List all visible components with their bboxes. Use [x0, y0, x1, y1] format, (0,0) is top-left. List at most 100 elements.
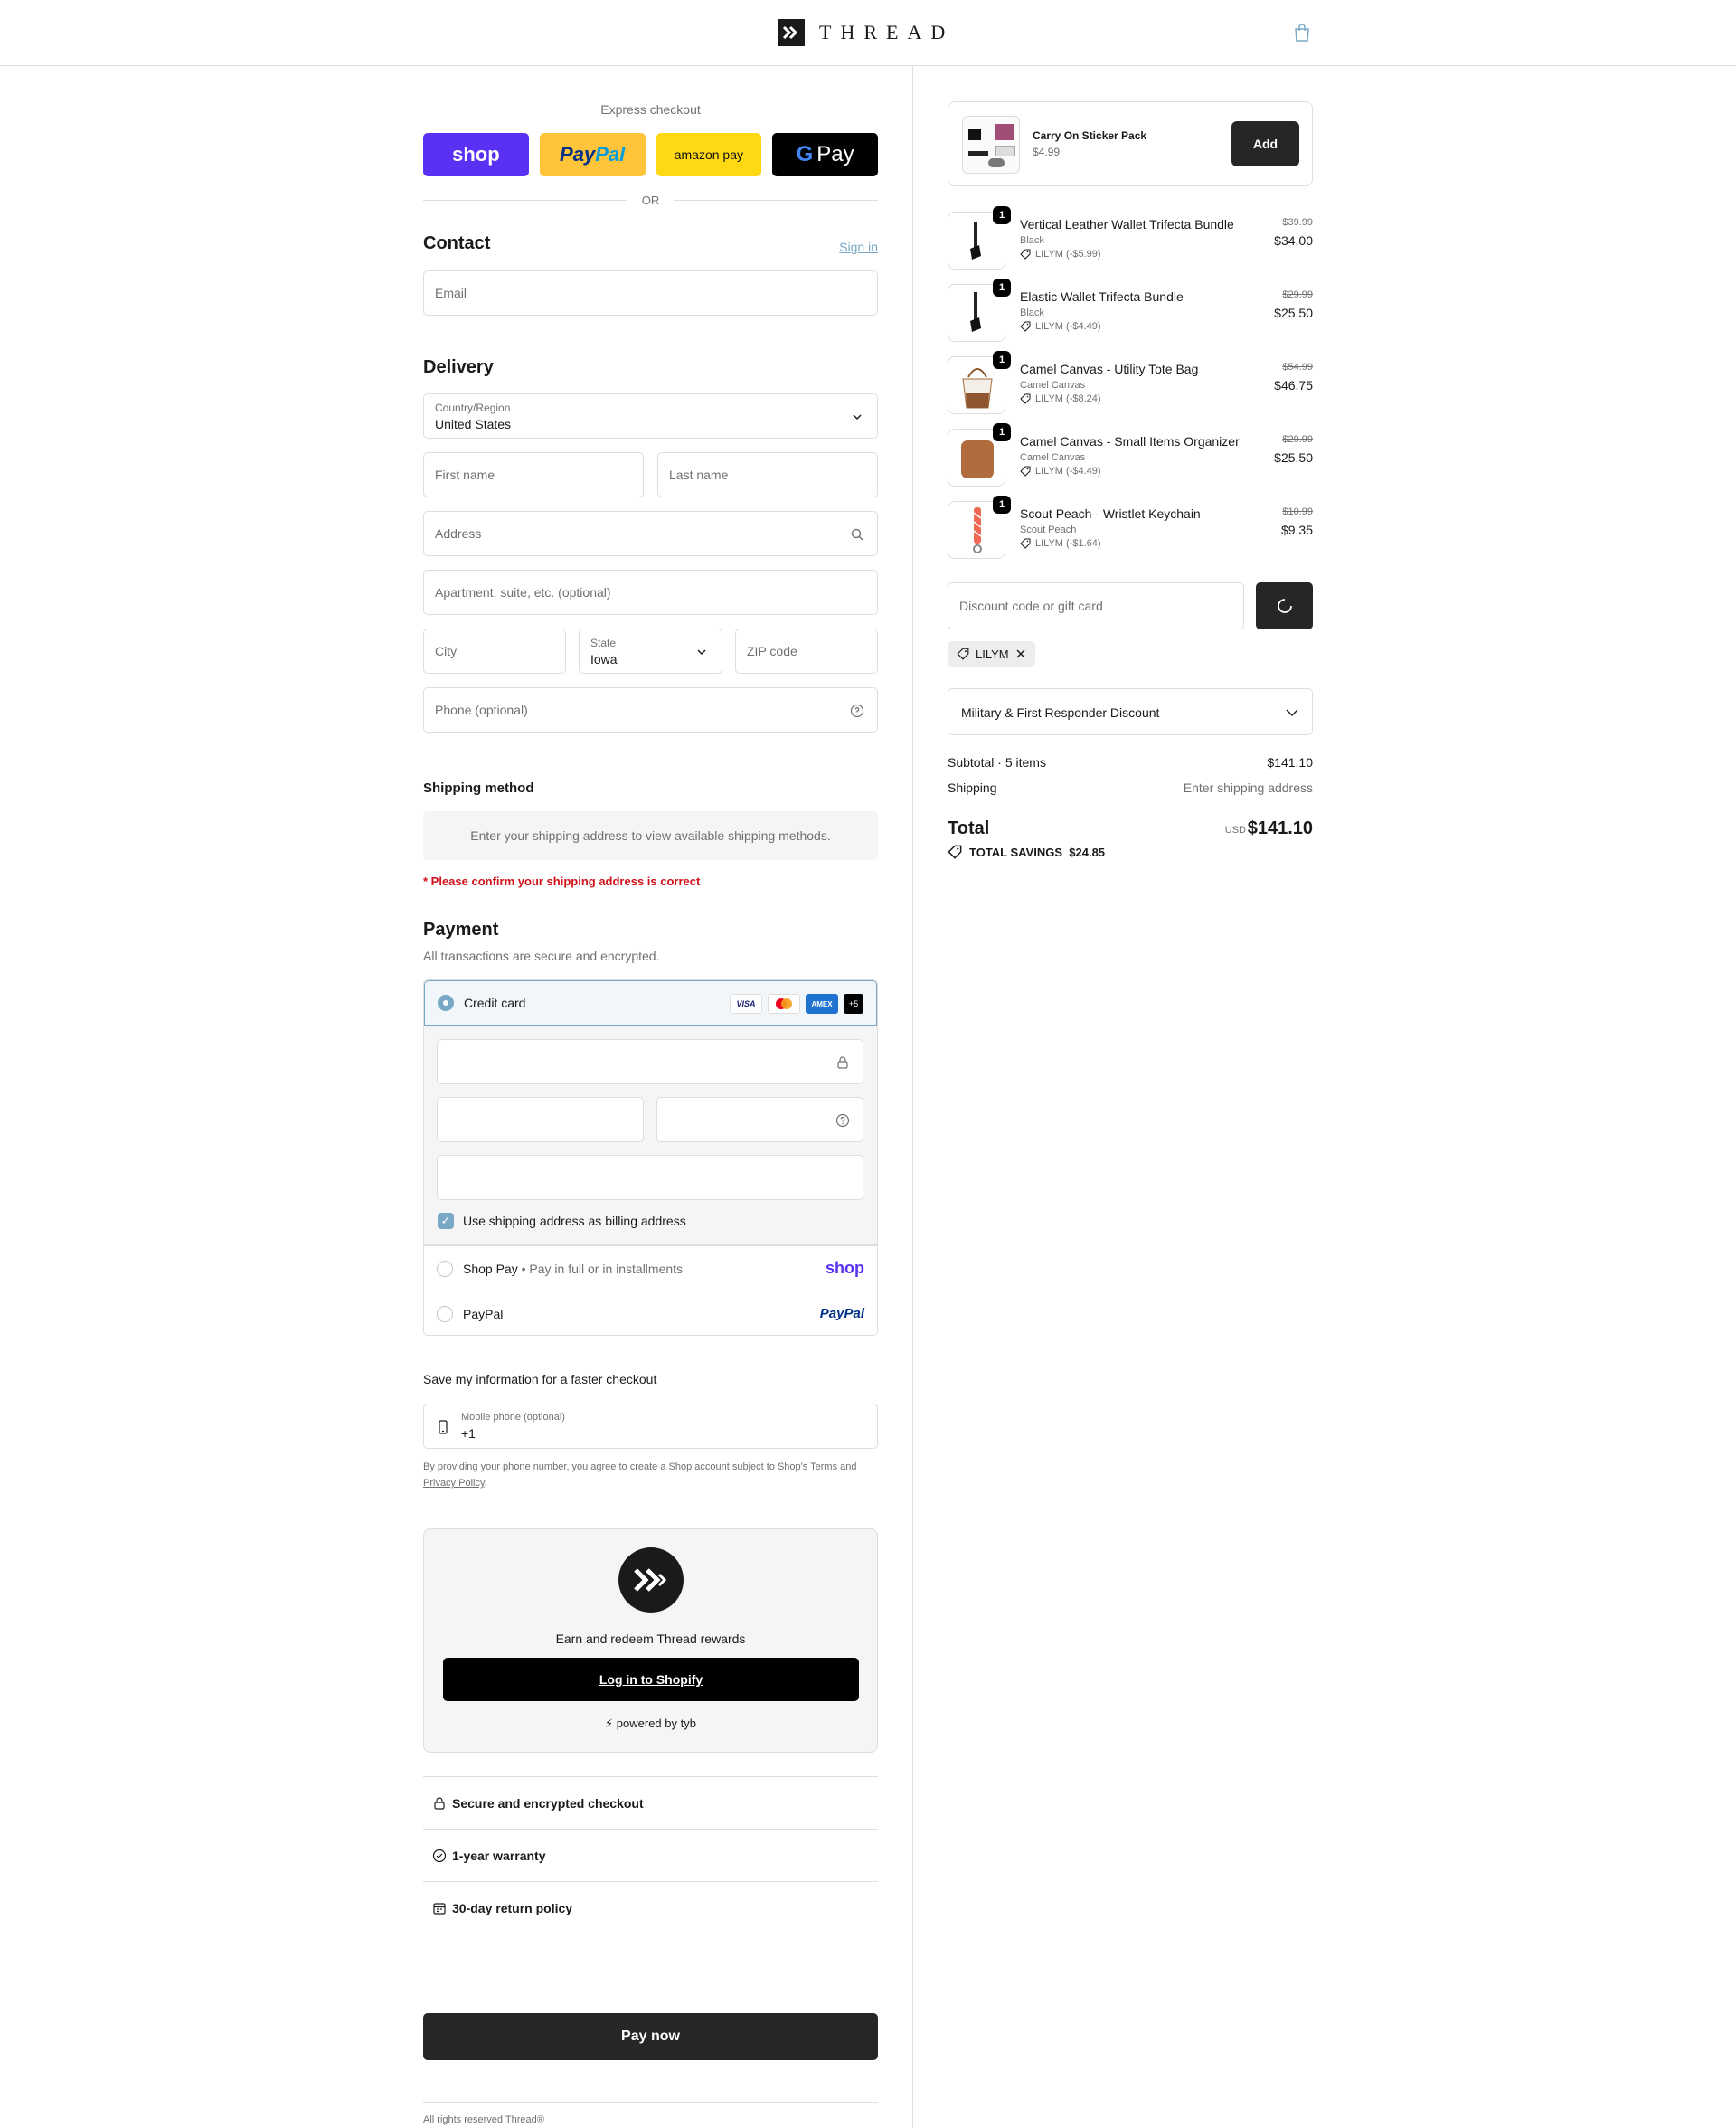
country-select[interactable]: Country/Region United States — [423, 393, 878, 439]
delivery-title: Delivery — [423, 357, 494, 377]
billing-same-checkbox[interactable]: ✓ — [438, 1213, 454, 1229]
sign-in-link[interactable]: Sign in — [839, 240, 878, 254]
billing-same-label: Use shipping address as billing address — [463, 1214, 686, 1228]
check-circle-icon — [432, 1849, 447, 1863]
shipping-method-title: Shipping method — [423, 780, 534, 796]
calendar-icon — [433, 1903, 446, 1915]
email-field[interactable]: Email — [423, 270, 878, 316]
line-item: 1 Camel Canvas - Small Items Organizer C… — [948, 423, 1313, 492]
close-icon[interactable] — [1015, 648, 1026, 659]
line-item: 1 Scout Peach - Wristlet Keychain Scout … — [948, 496, 1313, 564]
country-value: United States — [435, 417, 512, 431]
city-field[interactable]: City — [423, 629, 566, 674]
tag-icon — [1020, 249, 1031, 260]
item-original-price: $10.99 — [1282, 506, 1313, 517]
paypal-radio[interactable] — [437, 1306, 453, 1322]
shipping-value: Enter shipping address — [1183, 780, 1313, 795]
mobile-phone-field[interactable]: Mobile phone (optional) +1 — [423, 1404, 878, 1449]
credit-card-radio[interactable] — [438, 995, 454, 1011]
shop-pay-label-group: Shop Pay • Pay in full or in installment… — [463, 1262, 684, 1276]
zip-field[interactable]: ZIP code — [735, 629, 878, 674]
card-number-field[interactable] — [437, 1039, 863, 1084]
chevron-down-icon — [697, 649, 706, 656]
shop-pay-button[interactable]: shop — [423, 133, 529, 176]
legal-text: By providing your phone number, you agre… — [423, 1461, 857, 1489]
trust-secure-text: Secure and encrypted checkout — [452, 1796, 644, 1811]
paypal-option[interactable]: PayPal PayPal — [424, 1291, 877, 1335]
credit-card-option[interactable]: Credit card VISA AMEX +5 — [424, 980, 877, 1026]
brand-name: THREAD — [819, 21, 955, 43]
email-placeholder: Email — [435, 286, 467, 300]
shop-pay-option[interactable]: Shop Pay • Pay in full or in installment… — [424, 1245, 877, 1291]
payment-subtitle: All transactions are secure and encrypte… — [423, 949, 660, 963]
card-security-code-field[interactable] — [656, 1097, 863, 1142]
trust-warranty-text: 1-year warranty — [452, 1849, 546, 1863]
item-original-price: $54.99 — [1282, 362, 1313, 373]
google-pay-button[interactable]: G Pay — [772, 133, 878, 176]
state-select[interactable]: State Iowa — [579, 629, 722, 674]
item-price: $25.50 — [1274, 306, 1313, 320]
quantity-badge: 1 — [993, 206, 1011, 224]
shop-pay-label: Shop Pay — [463, 1262, 518, 1276]
item-price: $25.50 — [1274, 450, 1313, 465]
rewards-text: Earn and redeem Thread rewards — [555, 1631, 746, 1646]
military-discount-dropdown[interactable]: Military & First Responder Discount — [948, 688, 1313, 735]
paypal-pal-text: Pal — [595, 143, 626, 166]
help-circle-icon[interactable] — [850, 704, 864, 718]
shop-pay-radio[interactable] — [437, 1261, 453, 1277]
first-name-field[interactable]: First name — [423, 452, 644, 497]
shipping-method-placeholder: Enter your shipping address to view avai… — [423, 811, 878, 860]
quantity-badge: 1 — [993, 496, 1011, 514]
quantity-badge: 1 — [993, 423, 1011, 441]
save-info-title: Save my information for a faster checkou… — [423, 1372, 657, 1386]
discount-code-field[interactable]: Discount code or gift card — [948, 582, 1244, 629]
apartment-placeholder: Apartment, suite, etc. (optional) — [435, 585, 611, 600]
card-expiry-field[interactable] — [437, 1097, 644, 1142]
total-amount: $141.10 — [1247, 818, 1313, 838]
item-name: Camel Canvas - Small Items Organizer — [1020, 434, 1240, 449]
trust-secure: Secure and encrypted checkout — [423, 1776, 878, 1829]
item-variant: Black — [1020, 235, 1044, 246]
item-name: Vertical Leather Wallet Trifecta Bundle — [1020, 217, 1234, 232]
cart-bag-icon[interactable] — [1291, 22, 1313, 43]
thread-logo-icon — [778, 19, 805, 46]
footer-divider — [423, 2102, 878, 2103]
powered-by-text: ⚡ powered by tyb — [605, 1717, 696, 1730]
total-row: Total USD $141.10 — [948, 815, 1313, 842]
subtotal-value: $141.10 — [1267, 755, 1313, 770]
first-name-placeholder: First name — [435, 468, 495, 482]
apartment-field[interactable]: Apartment, suite, etc. (optional) — [423, 570, 878, 615]
address-field[interactable]: Address — [423, 511, 878, 556]
item-discount: LILYM (-$4.49) — [1020, 321, 1101, 332]
terms-link[interactable]: Terms — [810, 1461, 837, 1472]
upsell-add-button[interactable]: Add — [1231, 121, 1299, 166]
privacy-policy-link[interactable]: Privacy Policy — [423, 1478, 485, 1489]
tag-icon — [948, 845, 962, 859]
pay-now-button[interactable]: Pay now — [423, 2013, 878, 2060]
item-discount-text: LILYM (-$5.99) — [1035, 249, 1101, 260]
or-divider: OR — [423, 191, 878, 209]
apply-discount-button[interactable] — [1256, 582, 1313, 629]
tag-icon — [1020, 538, 1031, 549]
item-original-price: $29.99 — [1282, 289, 1313, 300]
paypal-button[interactable]: Pay Pal — [539, 133, 646, 176]
more-cards-badge: +5 — [844, 994, 863, 1014]
login-shopify-button[interactable]: Log in to Shopify — [443, 1658, 859, 1701]
gpay-text: Pay — [816, 142, 854, 166]
payment-title: Payment — [423, 920, 499, 940]
country-label: Country/Region — [435, 402, 511, 414]
line-item: 1 Elastic Wallet Trifecta Bundle Black L… — [948, 279, 1313, 347]
amazon-pay-button[interactable]: amazon pay — [656, 133, 762, 176]
military-discount-label: Military & First Responder Discount — [961, 705, 1160, 720]
last-name-field[interactable]: Last name — [657, 452, 878, 497]
mobile-phone-icon — [439, 1420, 448, 1434]
payment-options: Credit card VISA AMEX +5 ✓ Use shipping … — [423, 979, 878, 1336]
phone-field[interactable]: Phone (optional) — [423, 687, 878, 733]
mobile-phone-value: +1 — [461, 1426, 476, 1441]
card-name-field[interactable] — [437, 1155, 863, 1200]
total-savings-text: TOTAL SAVINGS $24.85 — [969, 845, 1106, 859]
brand-logo[interactable]: THREAD — [778, 19, 954, 46]
upsell-product-price: $4.99 — [1033, 146, 1061, 158]
help-circle-icon[interactable] — [835, 1113, 850, 1128]
rewards-card: Earn and redeem Thread rewards Log in to… — [423, 1528, 878, 1753]
